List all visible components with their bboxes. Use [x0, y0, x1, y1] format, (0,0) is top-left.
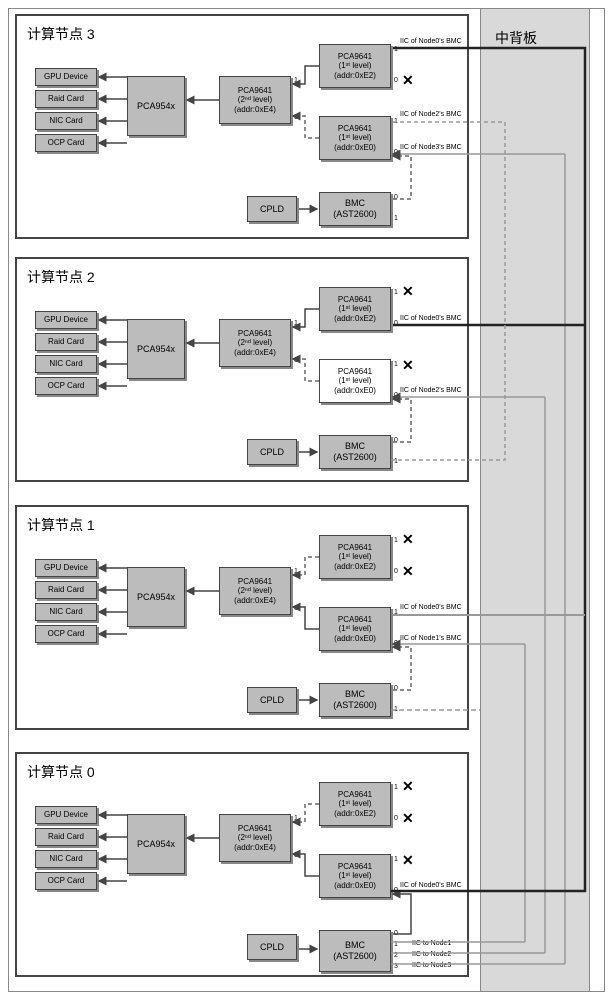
node-wiring — [17, 507, 471, 732]
compute-node-0: 计算节点 0 GPU Device Raid Card NIC Card OCP… — [15, 752, 469, 977]
compute-node-1: 计算节点 1 GPU Device Raid Card NIC Card OCP… — [15, 505, 469, 730]
compute-node-3: 计算节点 3 GPU Device Raid Card NIC Card OCP… — [15, 14, 469, 239]
node-wiring — [17, 259, 471, 484]
node-wiring — [17, 754, 471, 979]
compute-node-2: 计算节点 2 GPU Device Raid Card NIC Card OCP… — [15, 257, 469, 482]
node-wiring — [17, 16, 471, 241]
